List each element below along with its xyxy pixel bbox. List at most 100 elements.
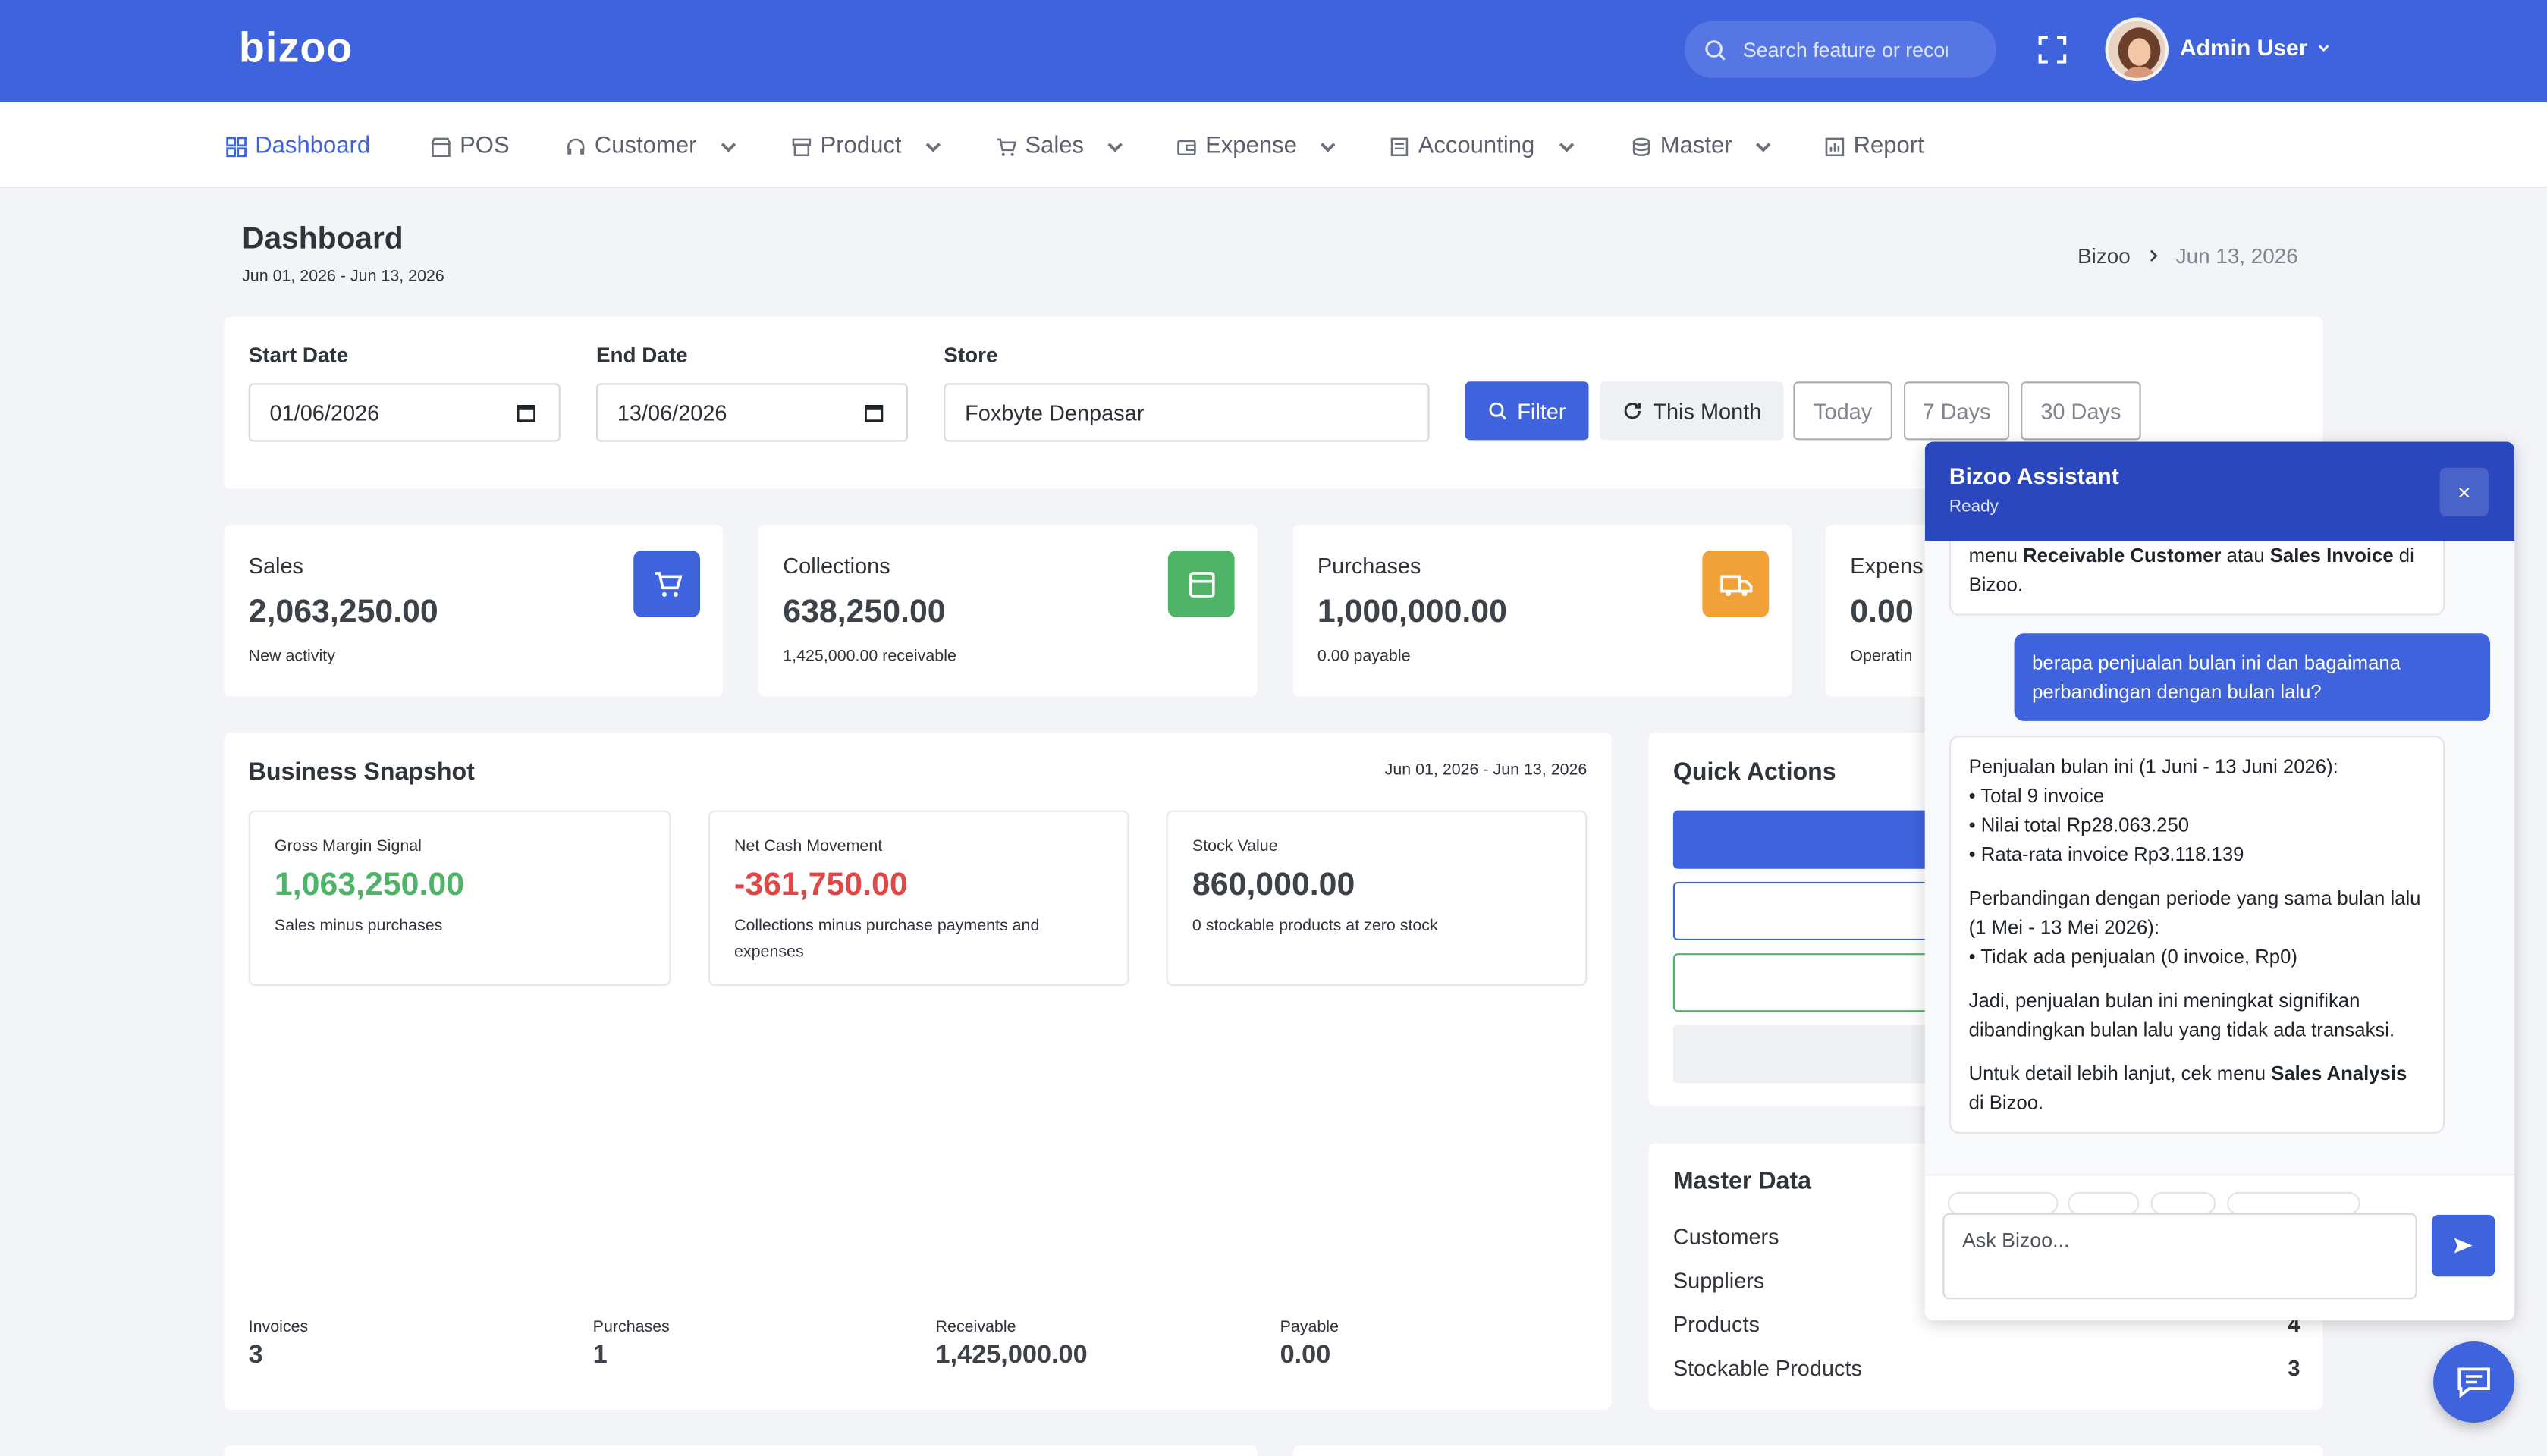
nav-dashboard[interactable]: Dashboard xyxy=(226,130,370,162)
net-cash-label: Net Cash Movement xyxy=(734,838,883,856)
stat-label: Purchases xyxy=(1317,554,1421,579)
master-row-value: 3 xyxy=(2288,1356,2300,1381)
page-date-range: Jun 01, 2026 - Jun 13, 2026 xyxy=(242,268,444,286)
ask-input[interactable] xyxy=(1942,1213,2417,1300)
payable-value: 0.00 xyxy=(1280,1341,1331,1370)
headset-icon xyxy=(567,137,585,154)
stat-value: 0.00 xyxy=(1850,594,1914,630)
msg-line: Perbandingan dengan periode yang sama bu… xyxy=(1968,886,2421,939)
breadcrumb-root[interactable]: Bizoo xyxy=(2077,243,2131,268)
nav-expense[interactable]: Expense xyxy=(1176,130,1339,162)
master-row-label: Products xyxy=(1672,1312,1760,1337)
quick-actions-title: Quick Actions xyxy=(1672,758,1836,786)
suggestion-chip[interactable] xyxy=(1947,1191,2059,1213)
assistant-title: Bizoo Assistant xyxy=(1949,463,2119,489)
stat-value: 1,000,000.00 xyxy=(1317,594,1507,630)
nav-label: Product xyxy=(820,133,902,159)
lower-card-left xyxy=(224,1445,1258,1456)
nav-accounting[interactable]: Accounting xyxy=(1389,130,1577,162)
assistant-status: Ready xyxy=(1949,497,1999,517)
stock-value-desc: 0 stockable products at zero stock xyxy=(1192,918,1438,936)
receivable-label: Receivable xyxy=(935,1318,1016,1337)
store-value: Foxbyte Denpasar xyxy=(965,400,1145,425)
main-nav: Dashboard POS Customer Product Sales Exp… xyxy=(0,102,2547,189)
store-label: Store xyxy=(944,342,998,368)
fullscreen-icon[interactable] xyxy=(2037,34,2068,65)
user-photo-icon xyxy=(2108,20,2165,78)
msg-text: di Bizoo. xyxy=(1968,1091,2044,1115)
nav-sales[interactable]: Sales xyxy=(996,130,1126,162)
stat-label: Sales xyxy=(248,554,304,579)
chevron-right-icon xyxy=(2149,249,2157,262)
start-date-input[interactable]: 01/06/2026 xyxy=(248,383,561,442)
nav-pos[interactable]: POS xyxy=(431,130,510,162)
msg-line: • Total 9 invoice xyxy=(1968,784,2105,808)
purchases-label: Purchases xyxy=(592,1318,670,1337)
avatar[interactable] xyxy=(2105,17,2169,82)
send-icon xyxy=(2454,1238,2473,1254)
suggestion-chip[interactable] xyxy=(2068,1191,2140,1213)
chevron-down-icon xyxy=(1756,142,1772,152)
msg-line: • Nilai total Rp28.063.250 xyxy=(1968,813,2190,836)
send-button[interactable] xyxy=(2431,1214,2495,1277)
calendar-icon[interactable] xyxy=(864,403,884,422)
nav-customer[interactable]: Customer xyxy=(565,130,739,162)
nav-label: Accounting xyxy=(1418,133,1535,159)
search-icon xyxy=(1705,39,1726,60)
wallet-icon xyxy=(1177,139,1196,155)
top-bar: bizoo Admin User xyxy=(0,0,2547,102)
nav-report[interactable]: Report xyxy=(1824,130,1924,162)
master-row[interactable]: Stockable Products 3 xyxy=(1673,1356,2300,1380)
calendar-icon[interactable] xyxy=(517,403,536,422)
chevron-down-icon xyxy=(1321,142,1336,152)
net-cash-box: Net Cash Movement -361,750.00 Collection… xyxy=(708,810,1129,986)
user-message: berapa penjualan bulan ini dan bagaimana… xyxy=(2014,633,2491,721)
close-button[interactable]: × xyxy=(2439,467,2489,517)
suggestion-chip[interactable] xyxy=(2227,1191,2360,1213)
nav-label: POS xyxy=(460,133,510,159)
snapshot-date-range: Jun 01, 2026 - Jun 13, 2026 xyxy=(1384,761,1588,780)
suggestion-chip[interactable] xyxy=(2150,1191,2216,1213)
nav-product[interactable]: Product xyxy=(791,130,944,162)
today-button[interactable]: Today xyxy=(1793,381,1892,441)
filter-button[interactable]: Filter xyxy=(1465,381,1589,441)
message-list[interactable]: menu Receivable Customer atau Sales Invo… xyxy=(1924,541,2515,1175)
purchases-value: 1 xyxy=(592,1341,608,1370)
chevron-down-icon xyxy=(1108,142,1123,152)
stat-card-collections: Collections 638,250.00 1,425,000.00 rece… xyxy=(758,524,1258,697)
chat-fab[interactable] xyxy=(2433,1341,2515,1423)
search-input[interactable] xyxy=(1742,38,1948,61)
master-row-label: Suppliers xyxy=(1672,1268,1765,1293)
assistant-message: Penjualan bulan ini (1 Juni - 13 Juni 20… xyxy=(1949,736,2445,1134)
store-select[interactable]: Foxbyte Denpasar xyxy=(944,383,1430,442)
msg-paragraph: Penjualan bulan ini (1 Juni - 13 Juni 20… xyxy=(1969,752,2426,869)
this-month-button[interactable]: This Month xyxy=(1600,381,1784,441)
refresh-icon xyxy=(1623,403,1641,419)
master-data-title: Master Data xyxy=(1672,1167,1811,1196)
page-title: Dashboard xyxy=(242,222,404,257)
net-cash-desc: Collections minus purchase payments and … xyxy=(734,918,1040,962)
global-search[interactable] xyxy=(1684,20,1997,78)
breadcrumb-current: Jun 13, 2026 xyxy=(2175,243,2298,268)
msg-bold: Sales Invoice xyxy=(2269,544,2394,567)
gross-margin-desc: Sales minus purchases xyxy=(274,918,443,936)
nav-label: Master xyxy=(1660,133,1732,159)
stat-value: 2,063,250.00 xyxy=(248,594,438,630)
user-menu[interactable]: Admin User xyxy=(2180,34,2330,60)
search-icon xyxy=(1489,402,1507,420)
bizoo-logo[interactable]: bizoo xyxy=(239,23,353,73)
cart-icon xyxy=(997,137,1017,155)
stat-sub: New activity xyxy=(248,648,335,667)
truck-icon xyxy=(1702,551,1770,617)
stat-sub: Operatin xyxy=(1850,648,1913,667)
start-date-value: 01/06/2026 xyxy=(269,400,380,425)
seven-days-button[interactable]: 7 Days xyxy=(1903,381,2010,441)
invoices-label: Invoices xyxy=(248,1318,309,1337)
chat-icon xyxy=(2457,1367,2490,1398)
thirty-days-button[interactable]: 30 Days xyxy=(2021,381,2141,441)
ledger-icon xyxy=(1390,136,1409,155)
receivable-value: 1,425,000.00 xyxy=(935,1341,1088,1370)
nav-master[interactable]: Master xyxy=(1631,130,1774,162)
gross-margin-box: Gross Margin Signal 1,063,250.00 Sales m… xyxy=(248,810,671,986)
end-date-input[interactable]: 13/06/2026 xyxy=(595,383,909,442)
